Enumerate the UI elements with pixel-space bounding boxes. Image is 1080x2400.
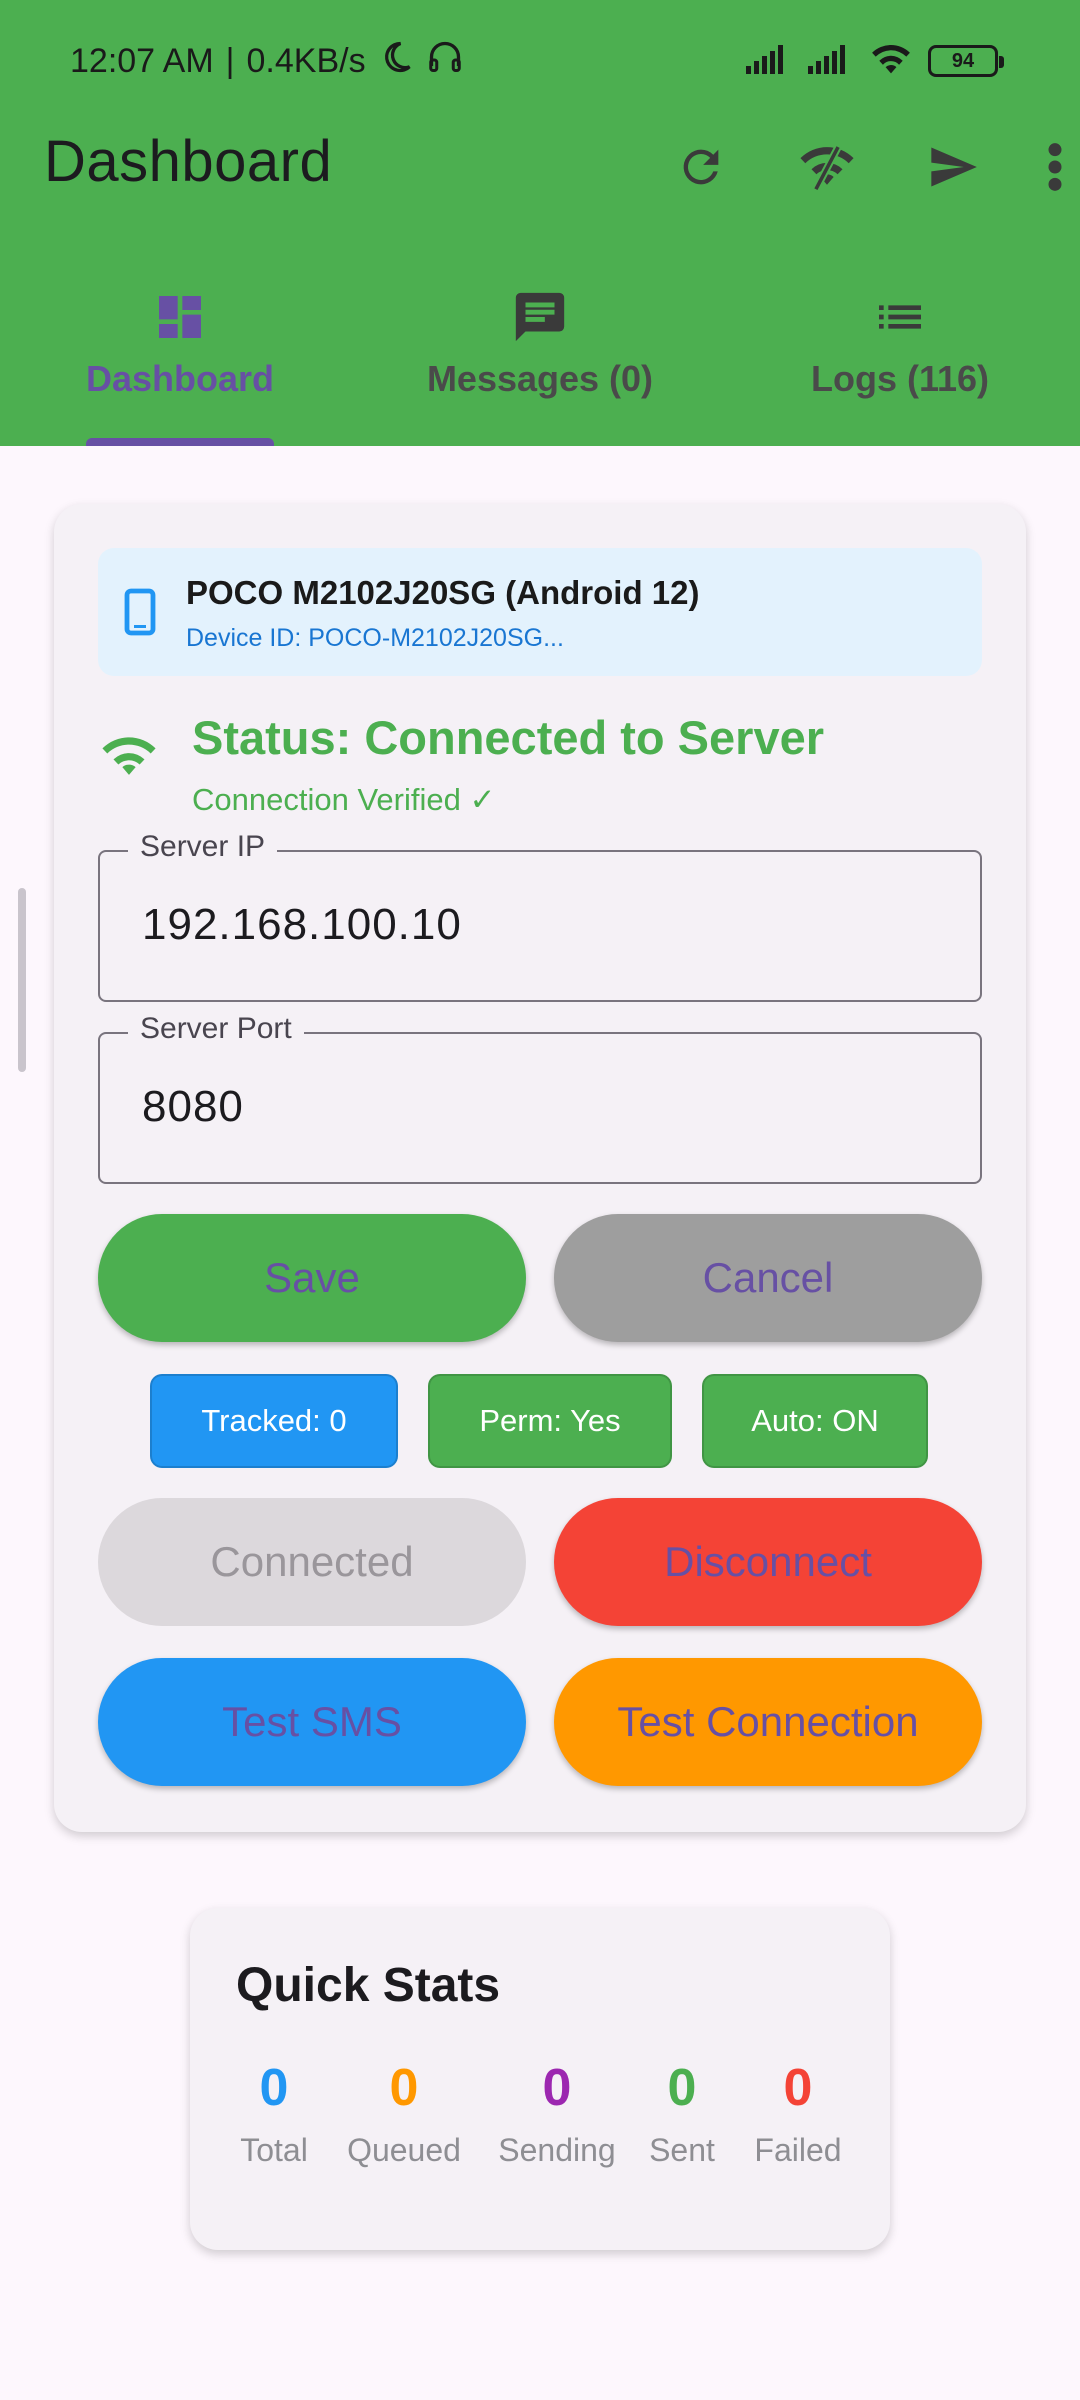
status-time: 12:07 AM [70,41,214,80]
signal-icon-2 [806,42,854,81]
quick-stats-title: Quick Stats [236,1959,501,2012]
device-info: POCO M2102J20SG (Android 12) Device ID: … [98,548,982,676]
server-port-label: Server Port [128,1012,304,1046]
connected-button[interactable]: Connected [98,1498,526,1626]
stat-label: Queued [347,2132,461,2168]
stat-total: 0 Total [234,2058,314,2169]
tab-dashboard[interactable]: Dashboard [0,268,360,446]
dashboard-icon [159,296,201,338]
permission-badge: Perm: Yes [428,1374,672,1468]
stat-sent: 0 Sent [642,2058,722,2169]
server-ip-label: Server IP [128,830,278,864]
stat-sending: 0 Sending [492,2058,622,2169]
server-ip-input[interactable]: 192.168.100.10 [142,900,462,950]
auto-badge: Auto: ON [702,1374,928,1468]
stat-value: 0 [783,2059,813,2117]
tab-label: Messages (0) [426,358,654,399]
device-name: POCO M2102J20SG (Android 12) [186,574,700,611]
tab-label: Dashboard [85,358,275,399]
headphones-icon [426,39,464,84]
message-icon [515,292,565,342]
moon-icon [378,39,414,84]
more-vert-icon [1048,143,1062,191]
tab-label: Logs (116) [810,358,990,399]
scrollbar[interactable] [18,888,26,1072]
wifi-icon [102,737,156,775]
appbar-actions [618,122,1080,212]
status-separator: | [225,41,235,80]
stat-label: Failed [754,2132,842,2168]
list-icon [879,305,921,329]
app-header: 12:07 AM | 0.4KB/s 94 Dashboard Dashboar… [0,0,1080,446]
stat-failed: 0 Failed [748,2058,848,2169]
wifi-status-icon [868,41,914,82]
stat-value: 0 [667,2059,697,2117]
wifi-off-icon [800,145,854,191]
connection-card: POCO M2102J20SG (Android 12) Device ID: … [54,504,1026,1832]
status-speed: 0.4KB/s [246,41,366,80]
tab-logs[interactable]: Logs (116) [720,268,1080,446]
stat-label: Sending [498,2132,616,2168]
save-button[interactable]: Save [98,1214,526,1342]
connection-verified: Connection Verified ✓ [192,782,496,817]
test-connection-button[interactable]: Test Connection [554,1658,982,1786]
stat-value: 0 [389,2059,419,2117]
page-title: Dashboard [44,129,333,194]
server-port-input[interactable]: 8080 [142,1082,244,1132]
phone-icon [124,588,156,636]
stat-label: Sent [649,2132,715,2168]
status-bar: 12:07 AM | 0.4KB/s 94 [0,0,1080,120]
connection-status: Status: Connected to Server [192,711,825,764]
send-button[interactable] [910,122,996,212]
wifi-off-button[interactable] [784,122,870,212]
refresh-icon [683,149,719,185]
server-port-field[interactable]: Server Port 8080 [98,1012,982,1184]
tab-messages[interactable]: Messages (0) [360,268,720,446]
refresh-button[interactable] [658,122,744,212]
server-ip-field[interactable]: Server IP 192.168.100.10 [98,830,982,1002]
stat-value: 0 [259,2059,289,2117]
cancel-button[interactable]: Cancel [554,1214,982,1342]
quick-stats-card: Quick Stats 0 Total 0 Queued 0 Sending 0… [190,1908,890,2250]
tab-bar: Dashboard Messages (0) Logs (116) [0,268,1080,446]
test-sms-button[interactable]: Test SMS [98,1658,526,1786]
signal-icon [744,42,792,81]
tracked-badge: Tracked: 0 [150,1374,398,1468]
stat-queued: 0 Queued [344,2058,464,2169]
disconnect-button[interactable]: Disconnect [554,1498,982,1626]
stat-label: Total [240,2132,308,2168]
device-id: Device ID: POCO-M2102J20SG... [186,624,564,652]
send-icon [931,147,977,187]
more-options-button[interactable] [1030,122,1080,212]
tab-indicator [86,438,274,446]
battery-icon: 94 [928,45,1004,77]
stat-value: 0 [542,2059,572,2117]
battery-level: 94 [951,49,975,72]
